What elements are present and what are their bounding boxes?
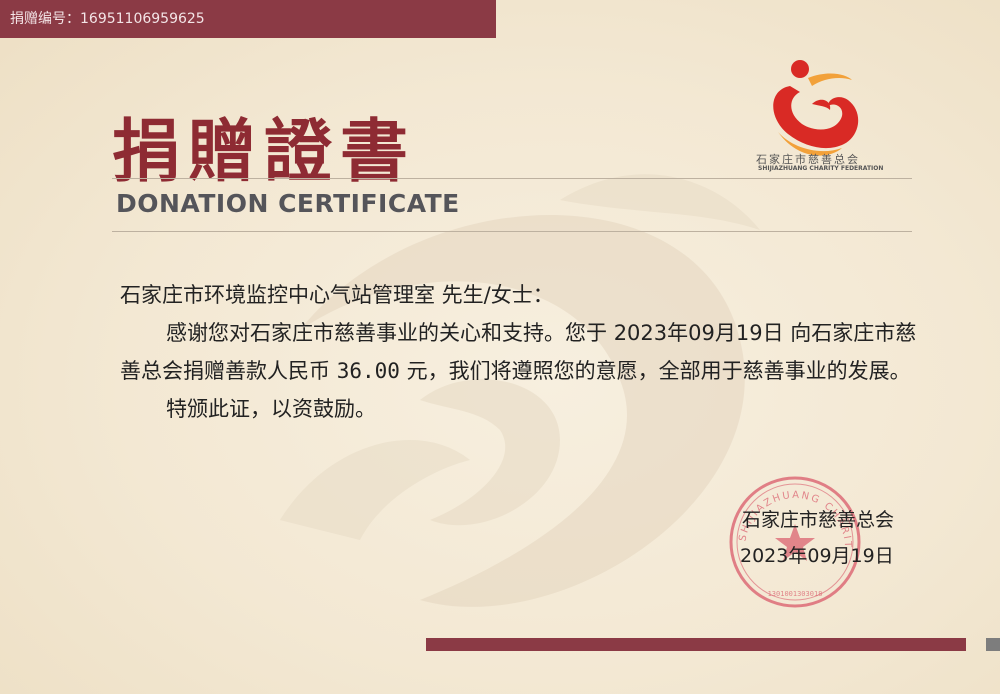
footer-square xyxy=(986,638,1000,651)
donation-number-bar: 捐赠编号：16951106959625 xyxy=(0,0,496,38)
salutation: 石家庄市环境监控中心气站管理室 先生/女士： xyxy=(120,283,554,307)
header-rule-top xyxy=(112,178,912,179)
certificate-body: 石家庄市环境监控中心气站管理室 先生/女士： 感谢您对石家庄市慈善事业的关心和支… xyxy=(120,276,935,428)
certificate-paragraph: 感谢您对石家庄市慈善事业的关心和支持。您于 2023年09月19日 向石家庄市慈… xyxy=(120,314,935,390)
certificate-page: 捐赠编号：16951106959625 捐贈證書 石家庄市慈善总会 SHIJIA… xyxy=(0,0,1000,694)
issuer-organization: 石家庄市慈善总会 xyxy=(742,509,895,531)
certificate-title-cn: 捐贈證書 xyxy=(112,112,417,192)
certificate-title-en: DONATION CERTIFICATE xyxy=(116,189,460,218)
donation-amount: 36.00 xyxy=(336,359,400,383)
footer-bar xyxy=(426,638,966,651)
text-part-a: 感谢您对石家庄市慈善事业的关心和支持。您于 xyxy=(166,321,614,345)
donation-date: 2023年09月19日 xyxy=(613,321,784,345)
header-rule-bottom xyxy=(112,231,912,232)
closing-line: 特颁此证，以资鼓励。 xyxy=(166,397,376,421)
donation-number: 捐赠编号：16951106959625 xyxy=(10,11,205,27)
seal-number: 1301001303018 xyxy=(768,590,823,598)
text-part-c: 元，我们将遵照您的意愿，全部用于慈善事业的发展。 xyxy=(399,359,911,383)
issue-date: 2023年09月19日 xyxy=(740,545,894,567)
logo-name-en: SHIJIAZHUANG CHARITY FEDERATION xyxy=(758,165,884,172)
